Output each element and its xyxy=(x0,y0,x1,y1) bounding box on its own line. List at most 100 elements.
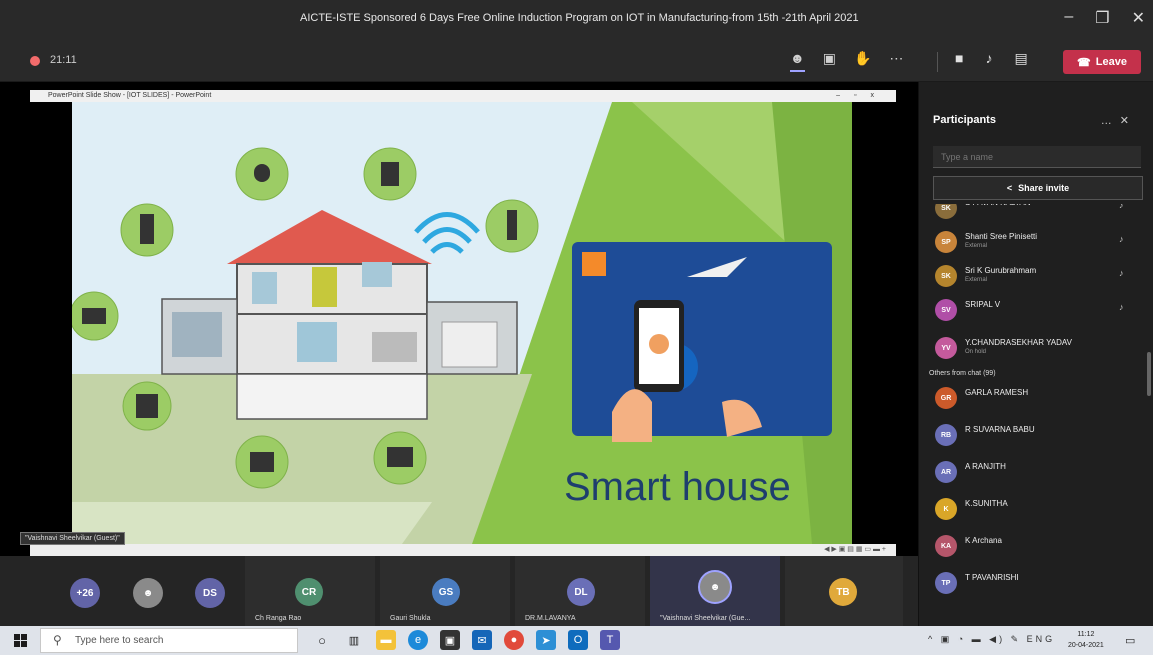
participant-avatar: SV xyxy=(935,299,957,321)
presentation-slide: Smart house xyxy=(72,102,852,544)
participants-panel: Participants …✕ < Share invite SK S PAVAN… xyxy=(918,82,1153,626)
panel-controls[interactable]: …✕ xyxy=(1101,114,1137,127)
participant-row[interactable]: K K.SUNITHA xyxy=(919,491,1153,525)
participant-row[interactable]: SK S PAVAN KALYAN ♪ xyxy=(919,204,1153,224)
task-view-icon[interactable]: ▥ xyxy=(344,630,364,650)
mic-muted-icon: ♪ xyxy=(1119,302,1124,312)
participant-tile-name: DR.M.LAVANYA xyxy=(525,615,576,622)
participant-avatar-gs: GS xyxy=(432,578,460,606)
participant-row[interactable]: YV Y.CHANDRASEKHAR YADAV On hold xyxy=(919,330,1153,364)
participant-avatar-dl: DL xyxy=(567,578,595,606)
participant-tile[interactable]: TB xyxy=(785,556,903,626)
powerpoint-window-title: PowerPoint Slide Show - [IOT SLIDES] - P… xyxy=(48,92,212,99)
teams-icon[interactable]: T xyxy=(600,630,620,650)
meeting-toolbar: 21:11 ☻ ▣ ✋ ⋯ ■ ♪ ▤ ☎ Leave xyxy=(0,40,1153,82)
windows-start-icon[interactable] xyxy=(14,634,27,647)
slideshow-controls[interactable]: ◀ ▶ ▣ ▤ ▦ ▭ ▬ + xyxy=(30,544,896,556)
taskbar-clock[interactable]: 11:12 20-04-2021 xyxy=(1068,629,1104,651)
tray-icons[interactable]: ^ ▣ ◔ ▬ ◀) ✎ xyxy=(928,634,1021,644)
phone-icon: ☎ xyxy=(1077,56,1091,69)
section-others-from-chat[interactable]: Others from chat (99) xyxy=(929,370,996,377)
active-speaker-tile[interactable]: ☻ "Vaishnavi Sheelvikar (Gue... xyxy=(650,556,780,626)
more-icon[interactable]: ⋯ xyxy=(889,50,903,72)
participant-row[interactable]: AR A RANJITH xyxy=(919,454,1153,488)
participant-name: Shanti Sree Pinisetti xyxy=(965,232,1038,241)
overflow-count-avatar[interactable]: +26 xyxy=(70,578,100,608)
participant-tile-name: "Vaishnavi Sheelvikar (Gue... xyxy=(660,615,751,622)
cortana-icon[interactable]: ○ xyxy=(312,630,332,650)
participant-row[interactable]: GR GARLA RAMESH xyxy=(919,380,1153,414)
reactions-icon[interactable]: ✋ xyxy=(854,50,871,72)
language-indicator[interactable]: ENG xyxy=(1027,634,1056,644)
maximize-icon[interactable]: ❐ xyxy=(1095,8,1109,28)
outlook-icon[interactable]: O xyxy=(568,630,588,650)
sharing-icon[interactable]: ➤ xyxy=(536,630,556,650)
participant-avatar: K xyxy=(935,498,957,520)
close-icon[interactable]: ✕ xyxy=(1132,8,1145,28)
participant-row[interactable]: SK Sri K Gurubrahmam External ♪ xyxy=(919,258,1153,292)
mic-muted-icon: ♪ xyxy=(1119,268,1124,278)
share-invite-button[interactable]: < Share invite xyxy=(933,176,1143,200)
participant-tile[interactable]: DL DR.M.LAVANYA xyxy=(515,556,645,626)
edge-icon[interactable]: e xyxy=(408,630,428,650)
participant-avatar-tb: TB xyxy=(829,578,857,606)
scrollbar[interactable] xyxy=(1147,352,1151,396)
taskbar-search-input[interactable]: ⚲ Type here to search xyxy=(40,628,298,653)
chat-icon[interactable]: ▣ xyxy=(823,50,836,72)
participant-name: Y.CHANDRASEKHAR YADAV xyxy=(965,338,1072,347)
participants-title: Participants xyxy=(933,114,996,126)
windows-taskbar: ⚲ Type here to search ○ ▥ ▬ e ▣ ✉ ● ➤ O … xyxy=(0,626,1153,655)
participant-name: SRIPAL V xyxy=(965,300,1001,309)
participant-status: External xyxy=(965,277,988,283)
share-tray-icon[interactable]: ▤ xyxy=(1014,50,1027,67)
taskbar-search-placeholder: Type here to search xyxy=(75,635,164,646)
participant-avatar: SK xyxy=(935,265,957,287)
participant-avatar: GR xyxy=(935,387,957,409)
file-explorer-icon[interactable]: ▬ xyxy=(376,630,396,650)
clock-time: 11:12 xyxy=(1077,631,1095,638)
participant-tile[interactable]: GS Gauri Shukla xyxy=(380,556,510,626)
participant-row[interactable]: RB R SUVARNA BABU xyxy=(919,417,1153,451)
powerpoint-window-controls: –▫x xyxy=(836,92,888,99)
system-tray[interactable]: ^ ▣ ◔ ▬ ◀) ✎ ENG xyxy=(928,634,1055,645)
active-speaker-avatar: ☻ xyxy=(698,570,732,604)
notification-icon[interactable]: ▭ xyxy=(1125,634,1135,647)
participant-name: Sri K Gurubrahmam xyxy=(965,266,1037,275)
participant-avatar: TP xyxy=(935,572,957,594)
participant-name: T PAVANRISHI xyxy=(965,573,1019,582)
participant-status: On hold xyxy=(965,349,987,355)
participant-row[interactable]: TP T PAVANRISHI xyxy=(919,565,1153,599)
participant-tile-name: Ch Ranga Rao xyxy=(255,615,302,622)
participant-avatar-ds: DS xyxy=(195,578,225,608)
chrome-icon[interactable]: ● xyxy=(504,630,524,650)
toolbar-divider xyxy=(937,52,938,72)
participant-name: R SUVARNA BABU xyxy=(965,425,1035,434)
clock-date: 20-04-2021 xyxy=(1068,642,1104,649)
participant-avatar: KA xyxy=(935,535,957,557)
leave-button[interactable]: ☎ Leave xyxy=(1063,50,1141,74)
window-controls: – ❐ ✕ xyxy=(1064,8,1145,28)
participant-name: K.SUNITHA xyxy=(965,499,1008,508)
participant-name: A RANJITH xyxy=(965,462,1006,471)
minimize-icon[interactable]: – xyxy=(1064,8,1073,28)
participant-row[interactable]: SP Shanti Sree Pinisetti External ♪ xyxy=(919,224,1153,258)
participant-row[interactable]: KA K Archana xyxy=(919,528,1153,562)
mic-muted-icon: ♪ xyxy=(1119,234,1124,244)
participant-name: S PAVAN KALYAN xyxy=(965,204,1031,207)
share-invite-label: Share invite xyxy=(1018,183,1070,193)
leave-label: Leave xyxy=(1095,56,1127,68)
participant-row[interactable]: SV SRIPAL V ♪ xyxy=(919,292,1153,326)
participant-name: K Archana xyxy=(965,536,1002,545)
camera-icon[interactable]: ■ xyxy=(955,50,963,67)
people-icon[interactable]: ☻ xyxy=(790,50,805,72)
participant-avatar: YV xyxy=(935,337,957,359)
participant-list: SK S PAVAN KALYAN ♪ SP Shanti Sree Pinisetti… xyxy=(919,204,1153,626)
meeting-timer: 21:11 xyxy=(50,54,77,66)
mail-icon[interactable]: ✉ xyxy=(472,630,492,650)
share-icon: < xyxy=(1006,183,1013,193)
participant-status: External xyxy=(965,243,988,249)
participant-tile[interactable]: CR Ch Ranga Rao xyxy=(245,556,375,626)
mic-icon[interactable]: ♪ xyxy=(985,50,992,67)
store-icon[interactable]: ▣ xyxy=(440,630,460,650)
participant-search-input[interactable] xyxy=(933,146,1141,168)
